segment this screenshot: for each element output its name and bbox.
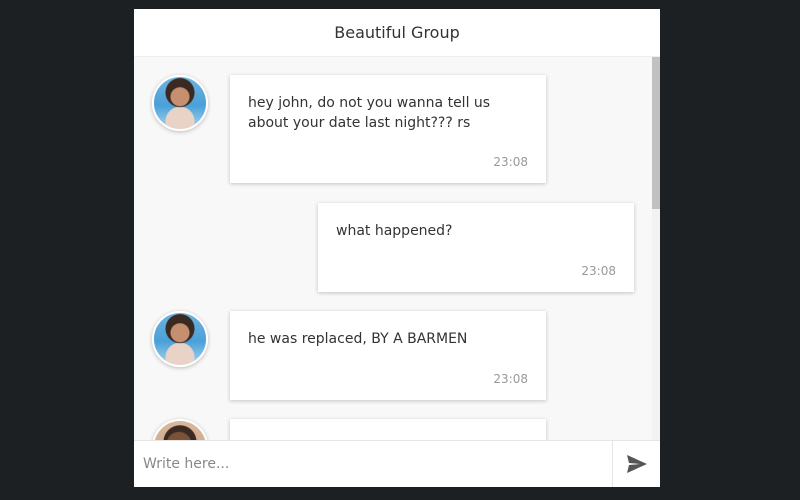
message-time: 23:08: [493, 155, 528, 169]
scrollbar-thumb[interactable]: [652, 57, 660, 209]
message-time: 23:08: [493, 372, 528, 386]
message-text: hey john, do not you wanna tell us about…: [248, 95, 491, 131]
message-input[interactable]: [134, 441, 612, 487]
message-scrollbar[interactable]: [652, 57, 660, 440]
message-text: he was replaced, BY A BARMEN: [248, 331, 468, 347]
avatar: [152, 75, 208, 131]
message-time: 23:08: [581, 264, 616, 278]
avatar: [152, 419, 208, 440]
message-bubble-outgoing: what happened? 23:08: [318, 203, 634, 292]
chat-title: Beautiful Group: [134, 9, 660, 57]
message-composer: [134, 440, 660, 487]
message-bubble-incoming: hey john, do not you wanna tell us about…: [230, 75, 546, 183]
message-list[interactable]: hey john, do not you wanna tell us about…: [134, 57, 660, 440]
message-bubble-incoming: he was replaced, BY A BARMEN 23:08: [230, 311, 546, 400]
chat-window: Beautiful Group hey john, do not you wan…: [134, 9, 660, 487]
send-icon: [626, 455, 647, 473]
send-button[interactable]: [612, 441, 660, 487]
message-text: what happened?: [336, 223, 453, 239]
message-bubble-incoming: [230, 419, 546, 440]
avatar: [152, 311, 208, 367]
